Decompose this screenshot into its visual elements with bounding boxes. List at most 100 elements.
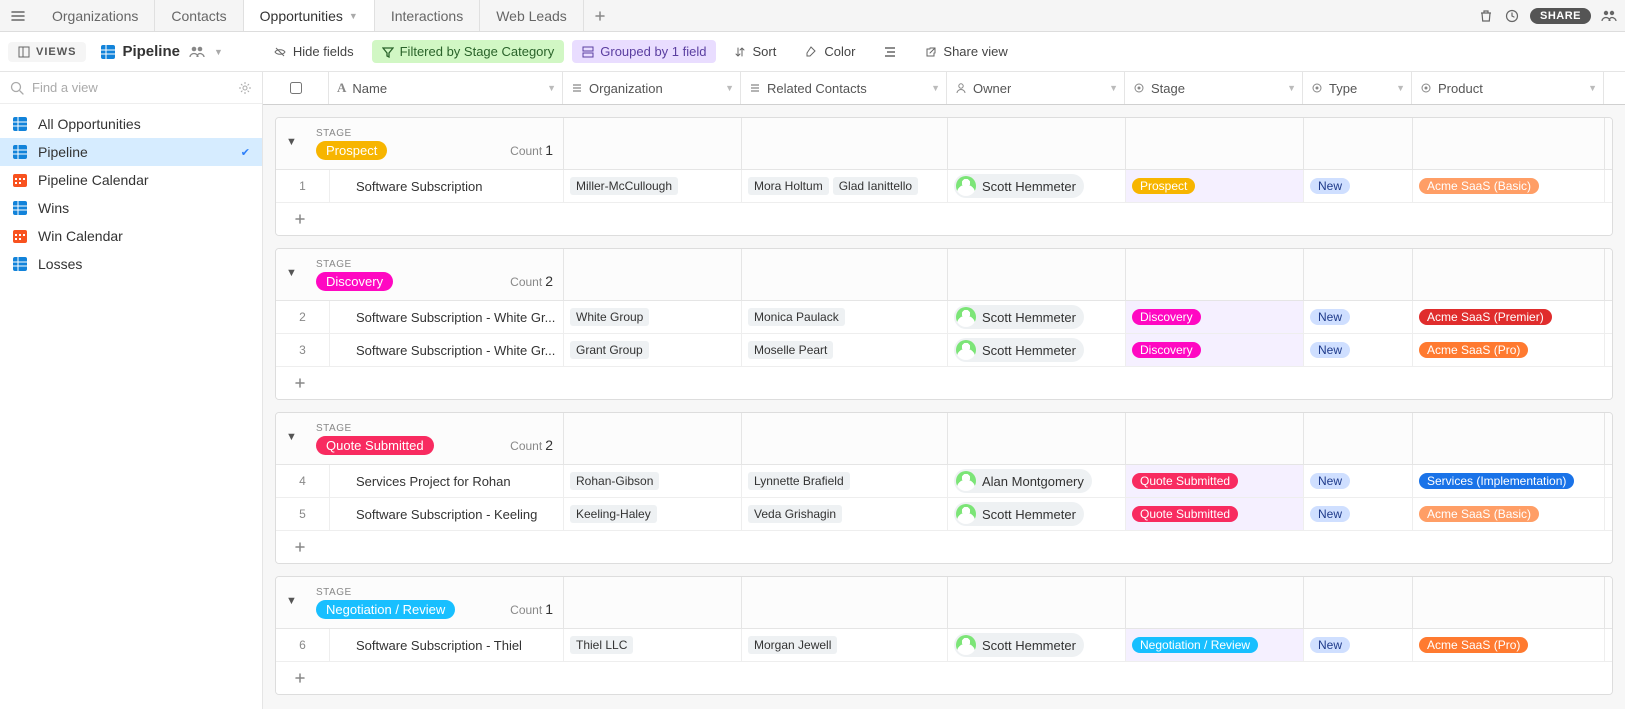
cell-stage[interactable]: Quote Submitted [1126, 498, 1304, 530]
view-title-wrap[interactable]: Pipeline ▼ [100, 43, 222, 60]
people-icon[interactable] [1601, 8, 1617, 24]
sidebar-item-losses[interactable]: Losses [0, 250, 262, 278]
cell-product[interactable]: Acme SaaS (Basic) [1413, 498, 1605, 530]
chevron-down-icon[interactable]: ▼ [1588, 83, 1597, 93]
header-contacts[interactable]: Related Contacts ▼ [741, 72, 947, 104]
tab-contacts[interactable]: Contacts [155, 0, 243, 31]
tab-opportunities[interactable]: Opportunities▼ [244, 0, 375, 31]
cell-owner[interactable]: Alan Montgomery [948, 465, 1126, 497]
cell-stage[interactable]: Quote Submitted [1126, 465, 1304, 497]
filter-button[interactable]: Filtered by Stage Category [372, 40, 565, 63]
cell-type[interactable]: New [1304, 629, 1413, 661]
add-row-button[interactable] [276, 367, 1612, 399]
cell-name[interactable]: Software Subscription [330, 170, 564, 202]
sidebar-item-win-calendar[interactable]: Win Calendar [0, 222, 262, 250]
cell-product[interactable]: Services (Implementation) [1413, 465, 1605, 497]
table-row[interactable]: 2 Software Subscription - White Gr... Wh… [276, 301, 1612, 334]
cell-organization[interactable]: White Group [564, 301, 742, 333]
header-organization[interactable]: Organization ▼ [563, 72, 741, 104]
sidebar-item-pipeline[interactable]: Pipeline✔ [0, 138, 262, 166]
cell-stage[interactable]: Discovery [1126, 334, 1304, 366]
tab-organizations[interactable]: Organizations [36, 0, 155, 31]
menu-icon[interactable] [0, 8, 36, 24]
cell-owner[interactable]: Scott Hemmeter [948, 301, 1126, 333]
views-button[interactable]: VIEWS [8, 42, 86, 62]
cell-owner[interactable]: Scott Hemmeter [948, 334, 1126, 366]
collapse-icon[interactable]: ▼ [286, 595, 297, 607]
header-stage[interactable]: Stage ▼ [1125, 72, 1303, 104]
search-input[interactable] [32, 80, 238, 95]
cell-organization[interactable]: Rohan-Gibson [564, 465, 742, 497]
add-row-button[interactable] [276, 203, 1612, 235]
table-row[interactable]: 5 Software Subscription - Keeling Keelin… [276, 498, 1612, 531]
collapse-icon[interactable]: ▼ [286, 136, 297, 148]
chevron-down-icon[interactable]: ▼ [725, 83, 734, 93]
cell-name[interactable]: Software Subscription - Thiel [330, 629, 564, 661]
cell-product[interactable]: Acme SaaS (Premier) [1413, 301, 1605, 333]
cell-contacts[interactable]: Morgan Jewell [742, 629, 948, 661]
cell-name[interactable]: Software Subscription - White Gr... [330, 301, 564, 333]
tab-interactions[interactable]: Interactions [375, 0, 480, 31]
collaborators-icon[interactable] [188, 45, 206, 59]
grid-area[interactable]: A Name ▼ Organization ▼ Related Contacts… [263, 72, 1625, 709]
add-row-button[interactable] [276, 662, 1612, 694]
table-row[interactable]: 6 Software Subscription - Thiel Thiel LL… [276, 629, 1612, 662]
cell-organization[interactable]: Keeling-Haley [564, 498, 742, 530]
cell-type[interactable]: New [1304, 334, 1413, 366]
table-row[interactable]: 3 Software Subscription - White Gr... Gr… [276, 334, 1612, 367]
cell-organization[interactable]: Miller-McCullough [564, 170, 742, 202]
sidebar-item-pipeline-calendar[interactable]: Pipeline Calendar [0, 166, 262, 194]
collapse-icon[interactable]: ▼ [286, 431, 297, 443]
color-button[interactable]: Color [794, 40, 865, 63]
cell-contacts[interactable]: Lynnette Brafield [742, 465, 948, 497]
cell-contacts[interactable]: Mora HoltumGlad Ianittello [742, 170, 948, 202]
history-icon[interactable] [1504, 8, 1520, 24]
header-owner[interactable]: Owner ▼ [947, 72, 1125, 104]
add-tab-button[interactable] [584, 10, 616, 22]
cell-stage[interactable]: Discovery [1126, 301, 1304, 333]
cell-type[interactable]: New [1304, 498, 1413, 530]
chevron-down-icon[interactable]: ▼ [931, 83, 940, 93]
sidebar-item-all-opportunities[interactable]: All Opportunities [0, 110, 262, 138]
table-row[interactable]: 1 Software Subscription Miller-McCulloug… [276, 170, 1612, 203]
cell-owner[interactable]: Scott Hemmeter [948, 170, 1126, 202]
header-product[interactable]: Product ▼ [1412, 72, 1604, 104]
cell-owner[interactable]: Scott Hemmeter [948, 498, 1126, 530]
chevron-down-icon[interactable]: ▼ [1396, 83, 1405, 93]
cell-name[interactable]: Software Subscription - Keeling [330, 498, 564, 530]
chevron-down-icon[interactable]: ▼ [1109, 83, 1118, 93]
group-button[interactable]: Grouped by 1 field [572, 40, 716, 63]
cell-product[interactable]: Acme SaaS (Pro) [1413, 334, 1605, 366]
cell-organization[interactable]: Thiel LLC [564, 629, 742, 661]
cell-stage[interactable]: Negotiation / Review [1126, 629, 1304, 661]
cell-owner[interactable]: Scott Hemmeter [948, 629, 1126, 661]
cell-contacts[interactable]: Veda Grishagin [742, 498, 948, 530]
cell-stage[interactable]: Prospect [1126, 170, 1304, 202]
gear-icon[interactable] [238, 81, 252, 95]
cell-type[interactable]: New [1304, 465, 1413, 497]
share-button[interactable]: SHARE [1530, 8, 1591, 24]
select-all-checkbox[interactable] [290, 82, 302, 94]
cell-product[interactable]: Acme SaaS (Pro) [1413, 629, 1605, 661]
cell-type[interactable]: New [1304, 170, 1413, 202]
cell-product[interactable]: Acme SaaS (Basic) [1413, 170, 1605, 202]
cell-name[interactable]: Software Subscription - White Gr... [330, 334, 564, 366]
cell-contacts[interactable]: Moselle Peart [742, 334, 948, 366]
sidebar-item-wins[interactable]: Wins [0, 194, 262, 222]
add-row-button[interactable] [276, 531, 1612, 563]
cell-type[interactable]: New [1304, 301, 1413, 333]
hide-fields-button[interactable]: Hide fields [263, 40, 364, 63]
header-type[interactable]: Type ▼ [1303, 72, 1412, 104]
chevron-down-icon[interactable]: ▼ [1287, 83, 1296, 93]
table-row[interactable]: 4 Services Project for Rohan Rohan-Gibso… [276, 465, 1612, 498]
trash-icon[interactable] [1478, 8, 1494, 24]
sort-button[interactable]: Sort [724, 40, 786, 63]
collapse-icon[interactable]: ▼ [286, 267, 297, 279]
header-name[interactable]: A Name ▼ [329, 72, 563, 104]
cell-organization[interactable]: Grant Group [564, 334, 742, 366]
share-view-button[interactable]: Share view [915, 40, 1017, 63]
row-height-button[interactable] [873, 42, 907, 62]
tab-web-leads[interactable]: Web Leads [480, 0, 584, 31]
cell-contacts[interactable]: Monica Paulack [742, 301, 948, 333]
cell-name[interactable]: Services Project for Rohan [330, 465, 564, 497]
